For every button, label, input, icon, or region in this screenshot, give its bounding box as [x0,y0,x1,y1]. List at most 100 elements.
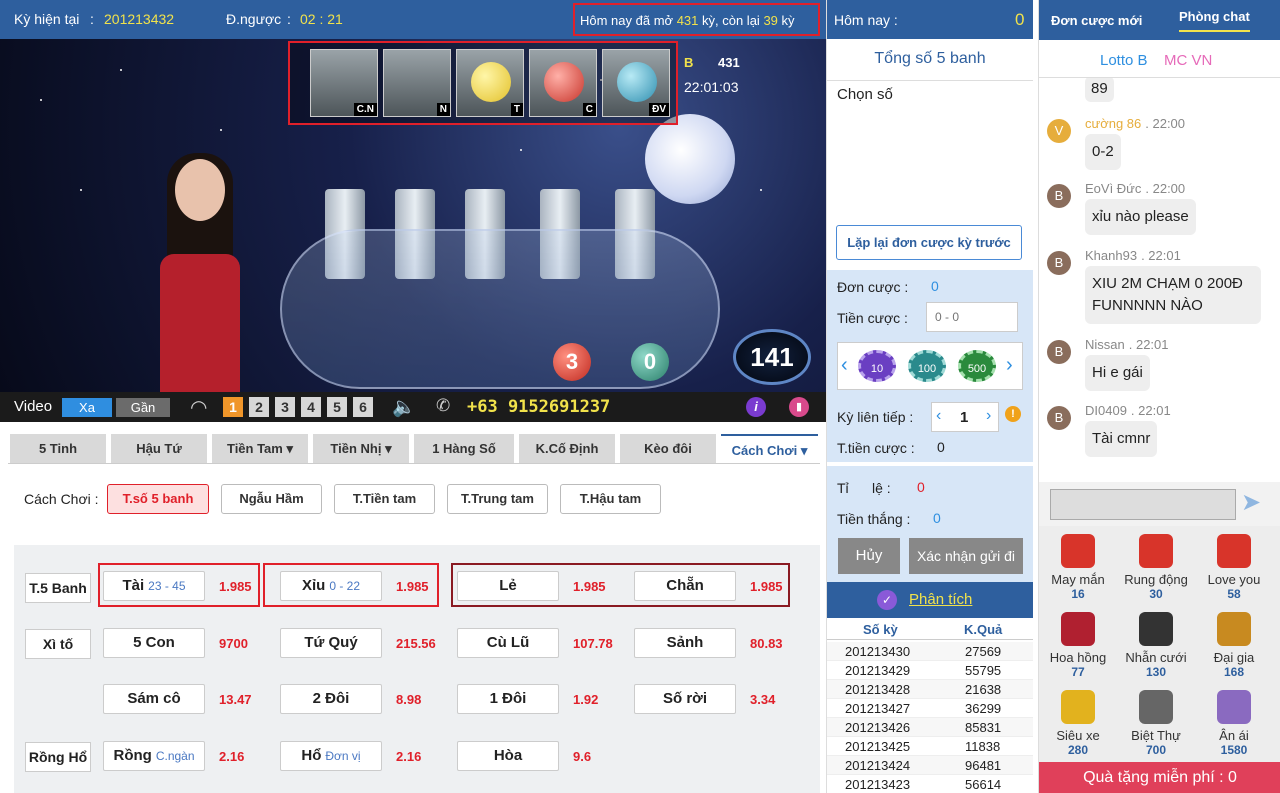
bet-settings-area: Đơn cược : 0 Tiền cược : ‹ 10 100 500 › … [827,270,1033,462]
live-video[interactable]: C.N N T C ĐV B 431 22:01:03 3 0 141 [0,39,826,392]
bet-so-roi[interactable]: Số rời [634,684,736,714]
gift-item[interactable]: Biệt Thự 700 [1121,690,1191,757]
gift-item[interactable]: Love you 58 [1199,534,1269,601]
send-icon[interactable]: ➤ [1241,488,1261,517]
chat-input[interactable] [1050,489,1236,520]
tab-chat-room[interactable]: Phòng chat [1179,9,1250,32]
info-icon[interactable]: i [746,397,766,417]
chip-500[interactable]: 500 [958,350,996,382]
bet-sanh[interactable]: Sảnh [634,628,736,658]
analysis-link[interactable]: Phân tích [909,591,972,608]
tab-new-bets[interactable]: Đơn cược mới [1051,13,1142,28]
result-value: 55795 [965,663,1002,678]
free-gift-bar[interactable]: Quà tặng miễn phí : 0 [1039,762,1280,793]
decrement-icon[interactable]: ‹ [936,407,941,425]
stats-icon[interactable]: ▮ [789,397,809,417]
tab-1-hang-so[interactable]: 1 Hàng Số [414,434,514,464]
bet-hoa[interactable]: Hòa [457,741,559,771]
gift-item[interactable]: Rung động 30 [1121,534,1191,601]
gift-item[interactable]: Đại gia 168 [1199,612,1269,679]
tab-5-tinh[interactable]: 5 Tinh [10,434,106,464]
bet-ho[interactable]: Hổ Đơn vị [280,741,382,771]
chat-message: B DI0409. 22:01 Tài cmnr [1047,403,1272,465]
odd-ho: 2.16 [396,749,422,764]
option-total-5-balls[interactable]: T.số 5 banh [107,484,209,514]
bet-rong[interactable]: Rồng C.ngàn [103,741,205,771]
mc-vn-tab[interactable]: MC VN [1164,52,1212,69]
period-number: 431 [718,55,740,70]
chip-100[interactable]: 100 [908,350,946,382]
bet-1-doi[interactable]: 1 Đôi [457,684,559,714]
bears-icon [1217,690,1251,724]
bet-5-con[interactable]: 5 Con [103,628,205,658]
channel-1[interactable]: 1 [223,397,243,417]
option-tien-tam[interactable]: T.Tiền tam [334,484,435,514]
analysis-bar[interactable]: ✓ Phân tích [827,582,1033,618]
choose-number-label: Chọn số [837,86,893,103]
warning-icon[interactable]: ! [1005,406,1021,422]
repeat-last-bet-button[interactable]: Lặp lại đơn cược kỳ trước [836,225,1022,260]
tab-hau-tu[interactable]: Hậu Tứ [111,434,207,464]
bet-chan[interactable]: Chẵn [634,571,736,601]
result-period: 201213425 [845,739,911,754]
option-trung-tam[interactable]: T.Trung tam [447,484,548,514]
gift-item[interactable]: Hoa hồng 77 [1043,612,1113,679]
chevron-right-icon[interactable]: › [1006,354,1013,377]
channel-6[interactable]: 6 [353,397,373,417]
increment-icon[interactable]: › [986,407,991,425]
result-period: 201213426 [845,720,911,735]
far-view-button[interactable]: Xa [62,398,112,417]
tab-tien-nhi[interactable]: Tiền Nhị ▾ [313,434,409,464]
tab-k-co-dinh[interactable]: K.Cố Định [519,434,615,464]
result-period: 201213427 [845,701,911,716]
confirm-button[interactable]: Xác nhận gửi đi [909,538,1023,574]
result-value: 11838 [965,739,1001,754]
gift-panel: May mắn 16 Rung động 30 Love you 58 Hoa hồng 77… [1039,526,1280,762]
ball-slot-cn: C.N [310,49,378,117]
chat-sender: EoVì Đức. 22:00 [1085,181,1186,196]
chat-messages[interactable]: 89 Vcường 86. 22:00 0-2 B EoVì Đức. 22:00 xỉ… [1039,78,1280,482]
tab-cach-choi[interactable]: Cách Chơi ▾ [721,434,818,464]
ball-slot-t: T [456,49,524,117]
bet-tai[interactable]: Tài 23 - 45 [103,571,205,601]
bet-result-area: Tỉ lệ : 0 Tiền thắng : 0 Hủy Xác nhận gử… [827,466,1033,582]
chip-10[interactable]: 10 [858,350,896,382]
tab-tien-tam[interactable]: Tiền Tam ▾ [212,434,308,464]
countdown: 02 : 21 [300,11,343,27]
volume-icon[interactable]: 🔈 [392,395,416,419]
signal-icon[interactable]: ◠ [190,395,207,420]
today-header: Hôm nay : 0 [827,0,1033,39]
bet-xiu[interactable]: Xỉu 0 - 22 [280,571,382,601]
odd-le: 1.985 [573,579,606,594]
channel-4[interactable]: 4 [301,397,321,417]
lotto-b-tab[interactable]: Lotto B [1100,52,1148,69]
odd-xiu: 1.985 [396,579,429,594]
bet-le[interactable]: Lẻ [457,571,559,601]
gift-item[interactable]: Ân ái 1580 [1199,690,1269,757]
gift-item[interactable]: Nhẫn cưới 130 [1121,612,1191,679]
chevron-left-icon[interactable]: ‹ [841,354,848,377]
howto-label: Cách Chơi : [24,491,99,507]
channel-3[interactable]: 3 [275,397,295,417]
results-row: 201213426 85831 [827,718,1033,737]
gift-item[interactable]: May mắn 16 [1043,534,1113,601]
consecutive-stepper[interactable]: ‹ 1 › [931,402,999,432]
bet-cu-lu[interactable]: Cù Lũ [457,628,559,658]
option-hau-tam[interactable]: T.Hậu tam [560,484,661,514]
gift-item[interactable]: Siêu xe 280 [1043,690,1113,757]
game-tabs: 5 Tinh Hậu Tứ Tiền Tam ▾ Tiền Nhị ▾ 1 Hà… [0,432,826,464]
cancel-button[interactable]: Hủy [838,538,900,574]
ring-box-icon [1139,612,1173,646]
bet-tu-quy[interactable]: Tứ Quý [280,628,382,658]
option-ngau-ham[interactable]: Ngẫu Hầm [221,484,322,514]
result-period: 201213429 [845,663,911,678]
near-view-button[interactable]: Gần [116,398,170,417]
channel-2[interactable]: 2 [249,397,269,417]
tab-keo-doi[interactable]: Kèo đôi [620,434,716,464]
stake-input[interactable] [926,302,1018,332]
gift-count: 1580 [1220,743,1248,757]
tabs-divider [8,463,820,464]
channel-5[interactable]: 5 [327,397,347,417]
bet-sam-co[interactable]: Sám cô [103,684,205,714]
bet-2-doi[interactable]: 2 Đôi [280,684,382,714]
